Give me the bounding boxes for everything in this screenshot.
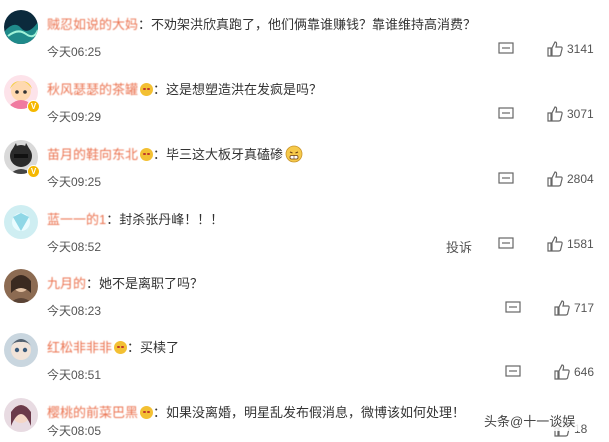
- comment-time: 今天08:51: [47, 368, 102, 382]
- report-button[interactable]: 投诉: [446, 237, 472, 256]
- thumbs-up-icon[interactable]: [546, 170, 563, 187]
- like-count: 717: [574, 301, 595, 315]
- comment-row: 九月的：她不是离职了吗？ 今天08:23 717: [0, 269, 609, 333]
- avatar[interactable]: [4, 10, 38, 44]
- comment-time: 今天08:05: [47, 424, 102, 438]
- like-count: 1581: [567, 237, 594, 251]
- reply-icon[interactable]: [498, 107, 514, 121]
- avatar[interactable]: [4, 205, 38, 239]
- comment-text: 她不是离职了吗？: [99, 276, 204, 291]
- colon: ：: [153, 82, 167, 97]
- thumbs-up-icon[interactable]: [546, 105, 563, 122]
- comment-time: 今天09:29: [47, 110, 102, 124]
- comment-row: V 苗月的鞋向东北 ：毕三这大板牙真磕碜 今天09:25 2804: [0, 140, 609, 204]
- comment-time: 今天08:23: [47, 304, 102, 318]
- fan-medal-icon: [140, 83, 154, 96]
- verified-badge-icon: V: [27, 100, 40, 113]
- grimace-emoji-icon: [285, 145, 303, 163]
- thumbs-up-icon[interactable]: [553, 363, 570, 380]
- reply-icon[interactable]: [498, 172, 514, 186]
- reply-icon[interactable]: [498, 237, 514, 251]
- colon: ：: [127, 340, 141, 355]
- comment-row: 贼忍如说的大妈：不劝架洪欣真跑了，他们俩靠谁赚钱？靠谁维持高消费？ 今天06:2…: [0, 10, 609, 74]
- comment-row: 红松非非非 ：买椟了 今天08:51 646: [0, 333, 609, 397]
- username[interactable]: 秋风瑟瑟的茶罐: [47, 82, 138, 97]
- thumbs-up-icon[interactable]: [546, 235, 563, 252]
- thumbs-up-icon[interactable]: [546, 40, 563, 57]
- like-count: 2804: [567, 172, 594, 186]
- avatar[interactable]: [4, 333, 38, 367]
- comment-text: 这是想塑造洪在发疯是吗？: [166, 82, 323, 97]
- comment-time: 今天08:52: [47, 240, 102, 254]
- colon: ：: [153, 147, 167, 162]
- like-count: 3071: [567, 107, 594, 121]
- username[interactable]: 苗月的鞋向东北: [47, 147, 138, 162]
- fan-medal-icon: [140, 406, 154, 419]
- thumbs-up-icon[interactable]: [553, 299, 570, 316]
- reply-icon[interactable]: [498, 42, 514, 56]
- comment-text: 封杀张丹峰！！！: [119, 212, 224, 227]
- fan-medal-icon: [140, 148, 154, 161]
- colon: ：: [86, 276, 100, 291]
- reply-icon[interactable]: [505, 365, 521, 379]
- like-count: 3141: [567, 42, 594, 56]
- colon: ：: [106, 212, 120, 227]
- like-count: 646: [574, 365, 595, 379]
- comment-time: 今天09:25: [47, 175, 102, 189]
- username[interactable]: 蓝一一的1: [47, 212, 106, 227]
- comment-text: 不劝架洪欣真跑了，他们俩靠谁赚钱？靠谁维持高消费？: [151, 17, 477, 32]
- reply-icon[interactable]: [505, 301, 521, 315]
- colon: ：: [138, 17, 152, 32]
- comment-time: 今天06:25: [47, 45, 102, 59]
- username[interactable]: 红松非非非: [47, 340, 112, 355]
- avatar[interactable]: [4, 269, 38, 303]
- username[interactable]: 九月的: [47, 276, 86, 291]
- comment-row: 蓝一一的1：封杀张丹峰！！！ 今天08:52 投诉 1581: [0, 205, 609, 269]
- username[interactable]: 樱桃的前菜巴黑: [47, 405, 138, 420]
- username[interactable]: 贼忍如说的大妈: [47, 17, 138, 32]
- comment-row: V 秋风瑟瑟的茶罐 ：这是想塑造洪在发疯是吗？ 今天09:29 3071: [0, 75, 609, 139]
- source-watermark: 头条@十一谈娱: [480, 410, 580, 431]
- comment-text: 如果没离婚，明星乱发布假消息，微博该如何处理！: [166, 405, 466, 420]
- verified-badge-icon: V: [27, 165, 40, 178]
- colon: ：: [153, 405, 167, 420]
- fan-medal-icon: [114, 341, 128, 354]
- comment-text: 毕三这大板牙真磕碜: [166, 147, 284, 162]
- avatar[interactable]: [4, 398, 38, 432]
- comment-text: 买椟了: [140, 340, 180, 355]
